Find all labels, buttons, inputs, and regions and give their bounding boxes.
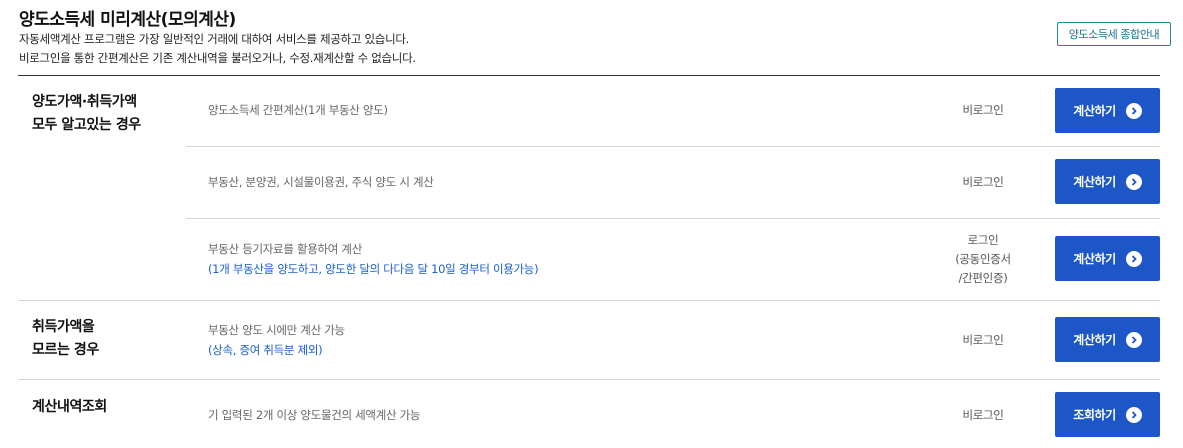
row-3-description: 부동산 등기자료를 활용하여 계산 (1개 부동산을 양도하고, 양도한 달의 … bbox=[208, 239, 539, 279]
section-unknown-acquisition: 취득가액을 모르는 경우 bbox=[32, 316, 99, 362]
row-5-description: 기 입력된 2개 이상 양도물건의 세액계산 가능 bbox=[208, 405, 421, 425]
chevron-right-icon bbox=[1125, 173, 1142, 190]
row-3-desc-text: 부동산 등기자료를 활용하여 계산 bbox=[208, 242, 362, 256]
row-3-availability-note: (1개 부동산을 양도하고, 양도한 달의 다다음 달 10일 경부터 이용가능… bbox=[208, 262, 539, 276]
page-description-1: 자동세액계산 프로그램은 가장 일반적인 거래에 대하여 서비스를 제공하고 있… bbox=[19, 32, 409, 46]
row-5-inquiry-button[interactable]: 조회하기 bbox=[1055, 392, 1160, 437]
row-2-calculate-button[interactable]: 계산하기 bbox=[1055, 159, 1160, 204]
capital-gains-tax-guide-button[interactable]: 양도소득세 종합안내 bbox=[1057, 22, 1171, 46]
row-3-calculate-button[interactable]: 계산하기 bbox=[1055, 236, 1160, 281]
section-known-line2: 모두 알고있는 경우 bbox=[32, 117, 141, 133]
row-1-login-type: 비로그인 bbox=[933, 101, 1033, 120]
row-4-description: 부동산 양도 시에만 계산 가능 (상속, 증여 취득분 제외) bbox=[208, 320, 345, 360]
section-divider bbox=[18, 300, 1160, 301]
row-2-desc-text: 부동산, 분양권, 시설물이용권, 주식 양도 시 계산 bbox=[208, 175, 434, 189]
row-1-description: 양도소득세 간편계산(1개 부동산 양도) bbox=[208, 100, 388, 120]
row-1-calculate-button[interactable]: 계산하기 bbox=[1055, 88, 1160, 133]
row-2-description: 부동산, 분양권, 시설물이용권, 주식 양도 시 계산 bbox=[208, 172, 434, 192]
row-divider bbox=[186, 146, 1160, 147]
row-4-calculate-button[interactable]: 계산하기 bbox=[1055, 317, 1160, 362]
chevron-right-icon bbox=[1125, 331, 1142, 348]
section-calculation-history: 계산내역조회 bbox=[32, 396, 107, 419]
row-5-button-label: 조회하기 bbox=[1073, 408, 1116, 422]
chevron-right-icon bbox=[1125, 250, 1142, 267]
page-title: 양도소득세 미리계산(모의계산) bbox=[19, 10, 236, 30]
row-4-button-label: 계산하기 bbox=[1073, 333, 1116, 347]
row-3-login-type: 로그인 (공동인증서 /간편인증) bbox=[933, 231, 1033, 288]
section-history-line1: 계산내역조회 bbox=[32, 399, 107, 415]
row-1-login-text: 비로그인 bbox=[962, 103, 1004, 117]
row-2-login-type: 비로그인 bbox=[933, 173, 1033, 192]
section-unknown-line2: 모르는 경우 bbox=[32, 342, 99, 358]
row-5-login-text: 비로그인 bbox=[962, 408, 1004, 422]
row-5-desc-text: 기 입력된 2개 이상 양도물건의 세액계산 가능 bbox=[208, 408, 421, 422]
page-description-2: 비로그인을 통한 간편계산은 기존 계산내역을 불러오거나, 수정.재계산할 수… bbox=[19, 51, 416, 65]
row-4-exclusion-note: (상속, 증여 취득분 제외) bbox=[208, 343, 323, 357]
row-4-login-text: 비로그인 bbox=[962, 333, 1004, 347]
row-2-button-label: 계산하기 bbox=[1073, 175, 1116, 189]
chevron-right-icon bbox=[1125, 406, 1142, 423]
row-3-login-cert: (공동인증서 bbox=[955, 252, 1011, 266]
section-divider bbox=[18, 379, 1160, 380]
section-known-line1: 양도가액·취득가액 bbox=[32, 94, 137, 110]
row-5-login-type: 비로그인 bbox=[933, 406, 1033, 425]
row-divider bbox=[186, 218, 1160, 219]
section-unknown-line1: 취득가액을 bbox=[32, 319, 95, 335]
row-4-login-type: 비로그인 bbox=[933, 331, 1033, 350]
section-known-prices: 양도가액·취득가액 모두 알고있는 경우 bbox=[32, 91, 141, 137]
row-2-login-text: 비로그인 bbox=[962, 175, 1004, 189]
row-1-desc-text: 양도소득세 간편계산(1개 부동산 양도) bbox=[208, 103, 388, 117]
row-1-button-label: 계산하기 bbox=[1073, 104, 1116, 118]
row-3-login-text: 로그인 bbox=[967, 233, 999, 247]
chevron-right-icon bbox=[1125, 102, 1142, 119]
row-3-button-label: 계산하기 bbox=[1073, 252, 1116, 266]
row-3-login-simple: /간편인증) bbox=[958, 271, 1008, 285]
table-top-divider bbox=[18, 75, 1160, 76]
row-4-desc-text: 부동산 양도 시에만 계산 가능 bbox=[208, 323, 345, 337]
